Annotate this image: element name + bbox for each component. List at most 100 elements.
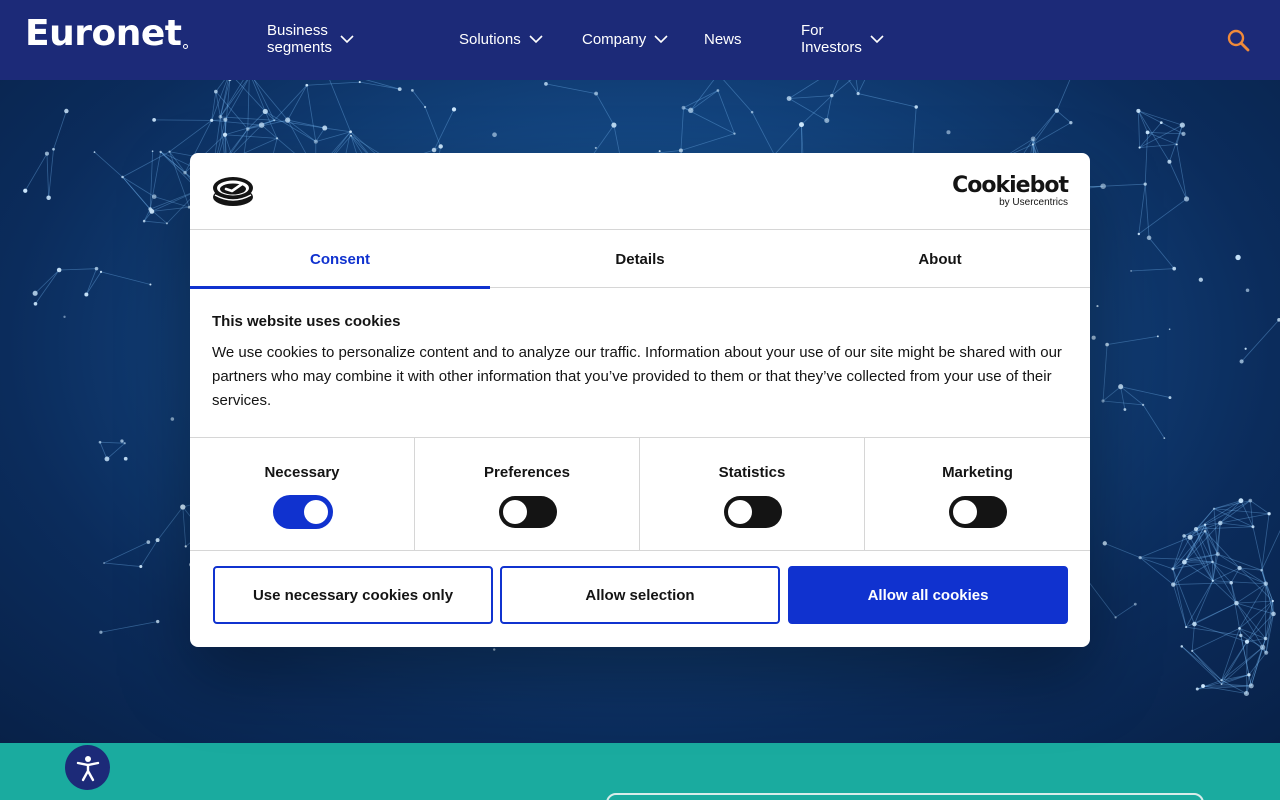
toggle-cell-necessary: Necessary (190, 438, 415, 551)
network-link (690, 90, 719, 111)
search-button[interactable] (1226, 28, 1252, 54)
necessary-toggle[interactable] (274, 496, 332, 528)
network-node (1171, 567, 1175, 571)
network-node (1182, 559, 1187, 565)
network-link (24, 153, 48, 191)
network-node (1238, 627, 1241, 630)
logo-text: Euronet (25, 13, 182, 54)
network-link (1107, 335, 1158, 345)
network-node (313, 139, 318, 144)
network-node (148, 207, 153, 211)
network-link (1120, 386, 1171, 398)
network-link (1140, 557, 1187, 560)
network-link (1142, 404, 1165, 439)
network-node (159, 150, 162, 154)
network-node (1187, 534, 1193, 540)
allow-selection-button[interactable]: Allow selection (500, 566, 780, 624)
network-node (1203, 523, 1207, 526)
network-node (1179, 122, 1185, 128)
network-node (258, 122, 265, 128)
tab-consent[interactable]: Consent (190, 230, 490, 289)
network-node (856, 91, 860, 96)
network-node (681, 105, 686, 110)
nav-business-segments[interactable]: Business segments (267, 22, 354, 56)
network-link (100, 621, 158, 633)
network-link (788, 80, 820, 99)
network-node (214, 89, 218, 94)
network-link (1249, 500, 1254, 527)
network-node (151, 150, 154, 153)
nav-for-investors[interactable]: For Investors (801, 22, 884, 56)
network-node (149, 283, 152, 286)
network-link (1032, 122, 1072, 145)
network-node (1198, 277, 1203, 282)
network-link (774, 124, 802, 156)
preferences-toggle[interactable] (499, 496, 557, 528)
network-node (139, 565, 143, 569)
network-node (1167, 159, 1172, 164)
network-node (94, 266, 99, 271)
network-node (1220, 683, 1223, 685)
network-node (1267, 512, 1271, 516)
network-node (99, 630, 103, 634)
network-node (594, 146, 597, 149)
network-node (451, 107, 457, 112)
network-node (183, 170, 187, 175)
search-icon (1227, 29, 1250, 52)
network-link (324, 127, 351, 133)
nav-news[interactable]: News (704, 28, 742, 50)
teal-card-outline (606, 793, 1204, 800)
toggle-label: Necessary (264, 464, 340, 481)
network-link (848, 80, 859, 94)
accessibility-button[interactable] (65, 745, 110, 790)
network-link (1147, 131, 1177, 145)
network-link (1236, 583, 1267, 604)
toggle-label: Marketing (942, 464, 1013, 481)
network-link (1240, 500, 1254, 527)
network-node (103, 562, 105, 564)
network-link (717, 90, 735, 134)
network-node (1212, 507, 1216, 510)
network-link (122, 176, 155, 197)
allow-all-cookies-button[interactable]: Allow all cookies (788, 566, 1068, 624)
network-node (1159, 121, 1163, 125)
network-node (1191, 649, 1194, 653)
network-link (99, 442, 108, 460)
network-node (104, 456, 110, 462)
network-node (946, 130, 951, 135)
network-link (35, 269, 60, 305)
teal-section (0, 743, 1280, 800)
network-node (93, 151, 96, 153)
cookiebot-branding[interactable]: Cookiebot by Usercentrics (952, 175, 1069, 209)
network-link (683, 90, 719, 109)
network-node (1031, 143, 1034, 146)
network-node (123, 442, 126, 445)
euronet-logo[interactable]: Euronet (25, 13, 189, 54)
dialog-header: Cookiebot by Usercentrics (190, 153, 1090, 230)
network-node (1215, 552, 1220, 557)
tab-about[interactable]: About (790, 230, 1090, 288)
tab-details[interactable]: Details (490, 230, 790, 288)
use-necessary-cookies-button[interactable]: Use necessary cookies only (213, 566, 493, 624)
network-node (228, 80, 232, 82)
marketing-toggle[interactable] (949, 496, 1007, 528)
network-node (1263, 636, 1268, 641)
toggle-cell-statistics: Statistics (640, 438, 865, 551)
network-node (1114, 616, 1117, 619)
network-link (247, 80, 250, 130)
nav-solutions[interactable]: Solutions (459, 28, 543, 50)
network-link (1212, 522, 1221, 581)
network-link (154, 119, 212, 121)
network-link (1139, 122, 1162, 148)
network-node (63, 315, 66, 318)
nav-company[interactable]: Company (582, 28, 668, 50)
network-node (1091, 335, 1096, 340)
network-node (1123, 408, 1127, 411)
network-node (1239, 359, 1244, 364)
network-link (94, 151, 123, 178)
network-link (1191, 650, 1222, 685)
network-node (1248, 498, 1253, 503)
network-node (733, 132, 736, 135)
statistics-toggle[interactable] (724, 496, 782, 528)
toggle-knob (728, 500, 752, 524)
